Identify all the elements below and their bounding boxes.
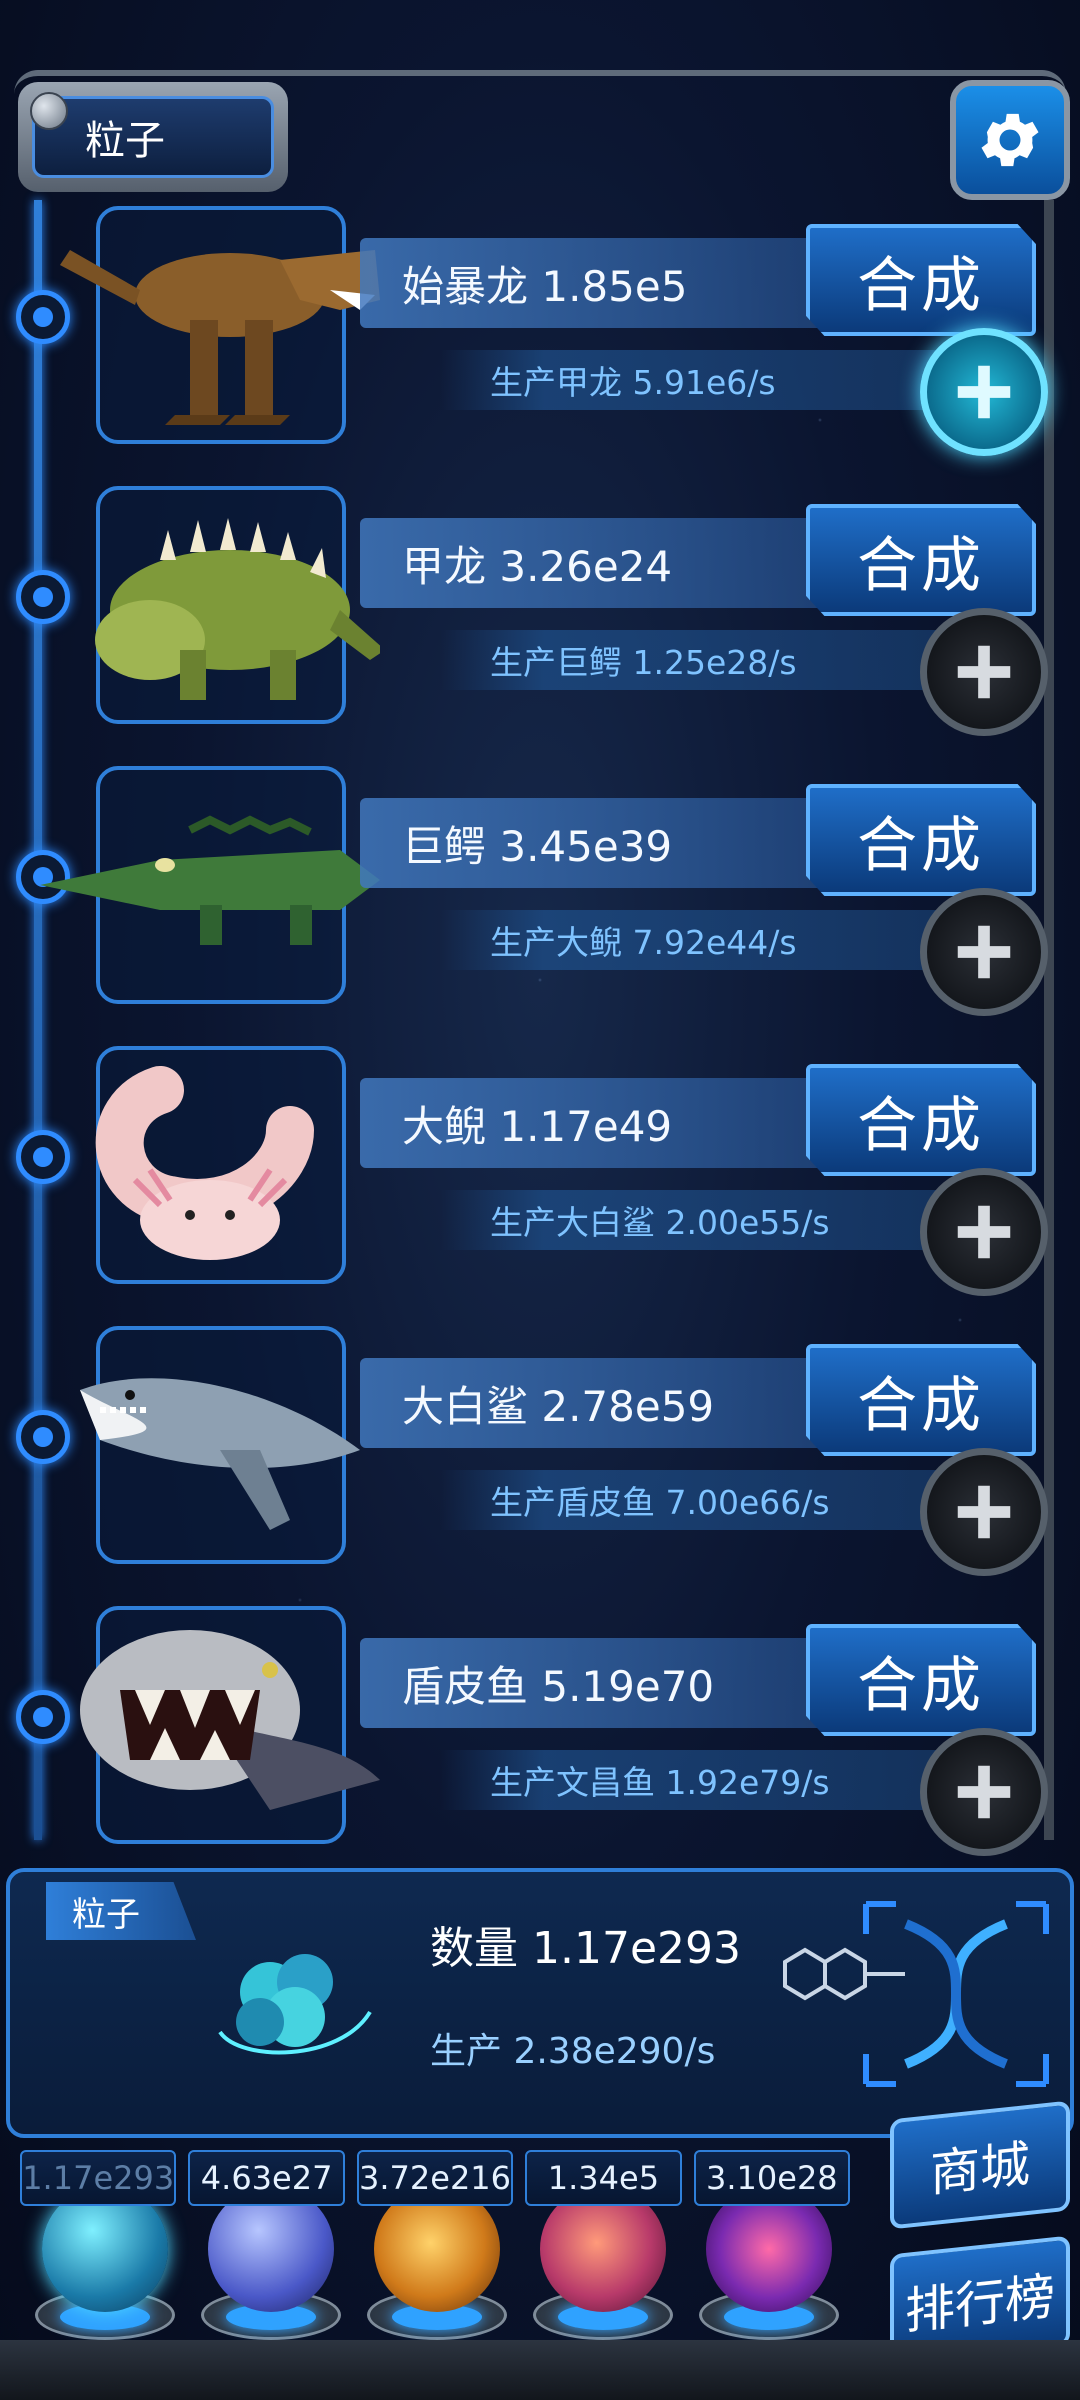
merge-button[interactable]: 合成 — [806, 224, 1036, 336]
creature-name-count: 大白鲨 2.78e59 — [360, 1358, 860, 1448]
particle-panel-tag: 粒子 — [46, 1882, 196, 1940]
shark-icon — [80, 1378, 360, 1530]
upgrade-plus-button[interactable] — [920, 1728, 1048, 1856]
upgrade-plus-button[interactable] — [920, 888, 1048, 1016]
plus-icon — [957, 645, 1011, 699]
salamander-icon — [95, 1066, 314, 1260]
t-rex-icon — [60, 250, 380, 425]
creature-row: 大白鲨 2.78e59 生产盾皮鱼 7.00e66/s 合成 — [0, 1320, 1080, 1600]
particle-quantity: 数量 1.17e293 — [430, 1923, 742, 1974]
creature-name-count: 盾皮鱼 5.19e70 — [360, 1638, 860, 1728]
creature-production-rate: 生产甲龙 5.91e6/s — [440, 350, 960, 410]
creature-name-count: 巨鳄 3.45e39 — [360, 798, 860, 888]
creature-row: 巨鳄 3.45e39 生产大鲵 7.92e44/s 合成 — [0, 760, 1080, 1040]
merge-button[interactable]: 合成 — [806, 1344, 1036, 1456]
creature-name-count: 始暴龙 1.85e5 — [360, 238, 860, 328]
plus-icon — [957, 1485, 1011, 1539]
creature-production-rate: 生产大鲵 7.92e44/s — [440, 910, 960, 970]
resource-value: 3.72e216 — [356, 2150, 514, 2206]
screw-icon — [30, 92, 68, 130]
category-tab-label: 粒子 — [32, 96, 274, 178]
plus-icon — [957, 1205, 1011, 1259]
particle-cluster-icon — [218, 1954, 372, 2055]
shop-button[interactable]: 商城 — [890, 2100, 1070, 2230]
creature-production-rate: 生产盾皮鱼 7.00e66/s — [440, 1470, 960, 1530]
merge-button[interactable]: 合成 — [806, 1064, 1036, 1176]
resource-value: 4.63e27 — [188, 2150, 345, 2206]
creature-name-count: 甲龙 3.26e24 — [360, 518, 860, 608]
ankylosaurus-icon — [95, 518, 380, 700]
particle-production: 生产 2.38e290/s — [430, 2031, 716, 2072]
creature-row: 始暴龙 1.85e5 生产甲龙 5.91e6/s 合成 — [0, 200, 1080, 480]
upgrade-plus-button[interactable] — [920, 608, 1048, 736]
plus-icon — [957, 1765, 1011, 1819]
resource-value: 3.10e28 — [693, 2150, 851, 2206]
settings-button[interactable] — [950, 80, 1070, 200]
upgrade-plus-button[interactable] — [920, 1448, 1048, 1576]
creature-production-rate: 生产巨鳄 1.25e28/s — [440, 630, 960, 690]
creature-production-rate: 生产大白鲨 2.00e55/s — [440, 1190, 960, 1250]
gear-icon — [981, 113, 1039, 167]
merge-button[interactable]: 合成 — [806, 784, 1036, 896]
plus-icon — [957, 365, 1011, 419]
upgrade-plus-button[interactable] — [920, 328, 1048, 456]
creature-name-count: 大鲵 1.17e49 — [360, 1078, 860, 1168]
resource-value: 1.17e293 — [20, 2150, 177, 2206]
merge-button[interactable]: 合成 — [806, 504, 1036, 616]
merge-button[interactable]: 合成 — [806, 1624, 1036, 1736]
creature-row: 甲龙 3.26e24 生产巨鳄 1.25e28/s 合成 — [0, 480, 1080, 760]
dna-icon — [863, 1901, 1049, 2087]
creature-row: 大鲵 1.17e49 生产大白鲨 2.00e55/s 合成 — [0, 1040, 1080, 1320]
plus-icon — [957, 925, 1011, 979]
particle-summary-panel: 粒子 数量 1.17e293 生产 2.38e290/s — [6, 1868, 1074, 2138]
crocodile-icon — [40, 815, 380, 945]
resource-value: 1.34e5 — [525, 2150, 682, 2206]
creature-row: 盾皮鱼 5.19e70 生产文昌鱼 1.92e79/s 合成 — [0, 1600, 1080, 1880]
dunkleosteus-icon — [80, 1630, 380, 1810]
resource-value-strip: 1.17e293 4.63e27 3.72e216 1.34e5 3.10e28 — [20, 2150, 851, 2206]
bottom-plate — [0, 2340, 1080, 2400]
creature-production-rate: 生产文昌鱼 1.92e79/s — [440, 1750, 960, 1810]
upgrade-plus-button[interactable] — [920, 1168, 1048, 1296]
